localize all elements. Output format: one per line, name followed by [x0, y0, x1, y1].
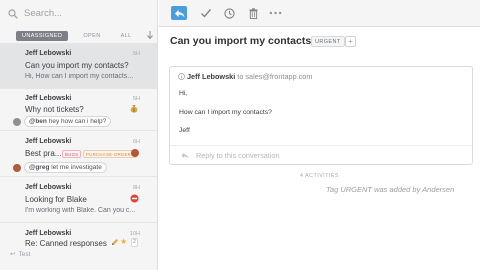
check-icon [201, 9, 212, 18]
conversation-subject: Re: Canned responses [25, 239, 107, 248]
search-input[interactable] [24, 8, 144, 19]
money-bag-icon: $ [130, 105, 138, 113]
activity-entry: Tag URGENT was added by Andersen [326, 185, 455, 194]
filter-open[interactable]: OPEN [78, 31, 105, 41]
filter-all[interactable]: ALL [116, 31, 137, 41]
svg-text:$: $ [133, 107, 136, 112]
avatar [131, 149, 139, 157]
tag-bugs: BUGS [62, 150, 82, 158]
reply-arrow-icon [181, 152, 189, 159]
pencil-icon [112, 239, 118, 245]
conversation-list-pane: UNASSIGNED OPEN ALL Jeff Lebowski 5H Can… [0, 0, 158, 270]
trash-icon [248, 7, 258, 19]
filter-unassigned[interactable]: UNASSIGNED [16, 30, 69, 41]
conversation-subject: Best pra... [25, 149, 62, 158]
sender-name: Jeff Lebowski [25, 230, 72, 237]
conversation-time: 8H [132, 185, 140, 191]
reply-icon [174, 9, 184, 17]
message-recipient: to sales@frontapp.com [235, 72, 313, 81]
conversation-time: 10H [129, 231, 140, 237]
tag-urgent[interactable]: URGENT [311, 36, 345, 47]
inbox-filters: UNASSIGNED OPEN ALL [0, 30, 157, 41]
conversation-preview: I'm working with Blake. Can you c... [25, 207, 136, 214]
snooze-button[interactable] [222, 6, 236, 20]
search-icon [8, 8, 18, 19]
reply-button[interactable] [171, 6, 187, 20]
delete-button[interactable] [246, 6, 260, 20]
comment-pill: @greg let me investigate [24, 162, 107, 173]
activities-count[interactable]: 4 ACTIVITIES [300, 173, 339, 179]
conversation-toolbar [159, 0, 480, 27]
conversation-item[interactable]: Jeff Lebowski 6H Best pra... BUGS PURCHA… [0, 131, 157, 177]
conversation-item[interactable]: Jeff Lebowski 10H Re: Canned responses ★… [0, 223, 157, 270]
sender-name: Jeff Lebowski [25, 95, 72, 102]
message-count-badge: 2 [131, 238, 138, 247]
more-button[interactable] [267, 6, 283, 20]
tag-purchase-orders: PURCHASE-ORDERS [83, 150, 138, 158]
reply-placeholder: Reply to this conversation [196, 151, 280, 160]
sender-name: Jeff Lebowski [25, 50, 72, 57]
reply-preview: ↩ Test [10, 250, 30, 258]
reply-box[interactable]: Reply to this conversation [170, 145, 472, 165]
urgent-icon [130, 194, 139, 203]
conversation-subject: Why not tickets? [25, 105, 84, 114]
message-body-line: Hi, [179, 90, 188, 97]
snooze-clock-icon [223, 7, 235, 19]
conversation-item[interactable]: Jeff Lebowski 5H Why not tickets? $ @ben… [0, 89, 157, 131]
avatar [13, 164, 21, 172]
conversation-subject: Can you import my contacts? [25, 61, 129, 70]
conversation-time: 5H [132, 51, 140, 57]
comment-text: let me investigate [49, 164, 102, 171]
search-bar[interactable] [0, 0, 157, 27]
info-icon[interactable] [178, 73, 185, 80]
conversation-subject: Looking for Blake [25, 195, 87, 204]
sender-name: Jeff Lebowski [25, 184, 72, 191]
comment-pill: @ben hey how can i help? [24, 116, 112, 127]
reply-preview-text: Test [18, 251, 31, 258]
conversation-time: 6H [132, 139, 140, 145]
comment-text: hey how can i help? [46, 118, 107, 125]
avatar [13, 118, 21, 126]
add-tag-button[interactable]: + [345, 36, 356, 47]
sender-name: Jeff Lebowski [25, 138, 72, 145]
conversation-item[interactable]: Jeff Lebowski 5H Can you import my conta… [0, 43, 157, 89]
message-body-line: Jeff [179, 127, 190, 134]
conversation-preview: Hi, How can I import my contacts... [25, 73, 134, 80]
reply-arrow-icon: ↩ [10, 251, 16, 258]
conversation-title: Can you import my contacts? [170, 35, 318, 47]
comment-author: @greg [29, 164, 50, 171]
comment-author: @ben [29, 118, 47, 125]
message-header: Jeff Lebowski to sales@frontapp.com [178, 72, 312, 81]
message-card: Jeff Lebowski to sales@frontapp.com Hi, … [169, 66, 473, 165]
message-sender[interactable]: Jeff Lebowski [187, 72, 235, 81]
sort-arrow-icon[interactable] [146, 30, 154, 40]
conversation-item[interactable]: Jeff Lebowski 8H Looking for Blake I'm w… [0, 177, 157, 223]
more-icon [269, 11, 281, 15]
star-icon: ★ [120, 237, 128, 246]
archive-button[interactable] [199, 6, 213, 20]
conversation-time: 5H [132, 96, 140, 102]
message-body-line: How can I import my contacts? [179, 109, 272, 116]
